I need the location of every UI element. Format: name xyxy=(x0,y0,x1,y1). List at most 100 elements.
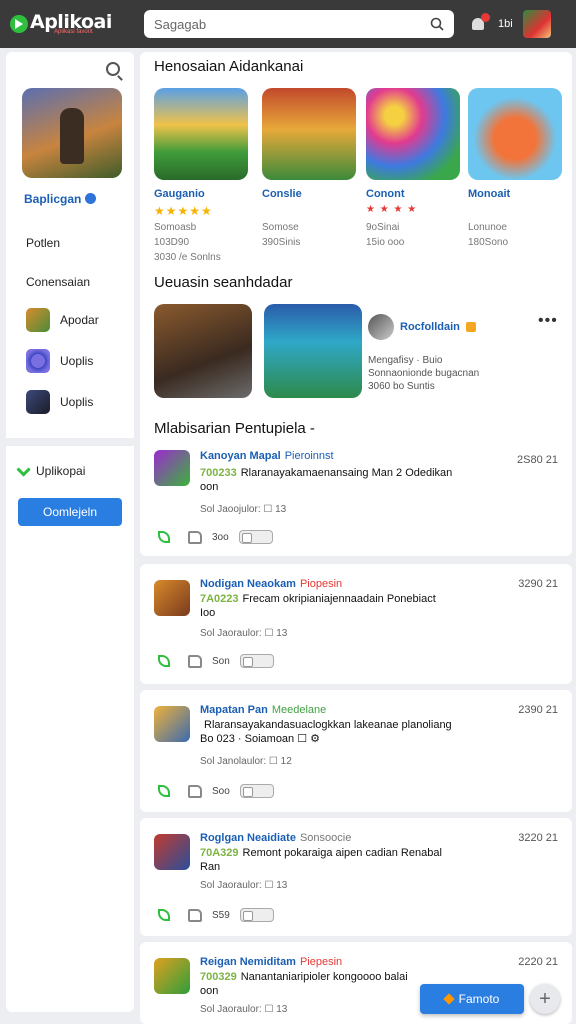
thumbs-up-icon[interactable] xyxy=(188,784,202,798)
sidebar-item-label: Uoplis xyxy=(60,354,94,368)
review-tag: Piepesin xyxy=(299,956,343,968)
toggle-switch[interactable] xyxy=(239,908,274,922)
user-avatar[interactable] xyxy=(522,10,551,38)
review-body-line2: Ran xyxy=(200,861,221,873)
featured-meta: Somose xyxy=(262,222,299,233)
thumbs-up-icon[interactable] xyxy=(188,654,202,668)
review-stars: 7A0223 xyxy=(200,593,239,605)
toggle-switch[interactable] xyxy=(239,784,274,798)
featured-meta: 180Sono xyxy=(468,237,509,248)
rec-desc-line: Sonnaonionde bugacnan xyxy=(368,368,480,379)
sidebar-app-title[interactable]: Baplicgan xyxy=(24,192,97,206)
review-app-icon[interactable] xyxy=(154,834,190,870)
developer-link[interactable]: Rocfolldain xyxy=(368,314,476,340)
featured-card[interactable]: Monoait Lonunoe 180Sono xyxy=(468,88,562,248)
featured-meta: 15io ooo xyxy=(366,237,405,248)
rating-stars: ★ ★ ★ ★ xyxy=(366,204,418,215)
review-date: 3290 21 xyxy=(518,578,558,590)
review-date: 3220 21 xyxy=(518,832,558,844)
sidebar-divider xyxy=(6,438,134,446)
review-app-icon[interactable] xyxy=(154,450,190,486)
review-subline: Sol Jaoraulor: ☐ 13 xyxy=(200,628,288,639)
review-app-name[interactable]: Reigan Nemiditam Piepesin xyxy=(200,956,342,968)
review-text: 70A329 Remont pokaraiga aipen cadian Rena… xyxy=(200,846,540,874)
like-count: S59 xyxy=(212,909,230,921)
review-body-line2: oon xyxy=(200,985,219,997)
review-card[interactable]: Roglgan Neaidiate Sonsoocie 3220 21 70A32… xyxy=(140,818,572,936)
game-icon xyxy=(26,308,50,332)
more-options-icon[interactable]: ••• xyxy=(538,312,558,330)
review-app-name-text: Roglgan Neaidiate xyxy=(200,832,296,844)
sidebar-item-1[interactable]: Apodar xyxy=(26,308,99,332)
review-stars: 700233 xyxy=(200,467,237,479)
review-body-line2: oon xyxy=(200,481,219,493)
main-panel: Henosaian Aidankanai Gauganio ★★★★★ Somo… xyxy=(140,52,572,556)
leaf-icon[interactable] xyxy=(158,909,170,921)
sidebar-app-banner[interactable] xyxy=(22,88,122,178)
recommended-thumbnail[interactable] xyxy=(264,304,362,398)
add-button[interactable]: + xyxy=(530,984,560,1014)
sidebar-version-label: Uplikopai xyxy=(36,464,86,478)
toggle-switch[interactable] xyxy=(239,654,274,668)
review-app-icon[interactable] xyxy=(154,580,190,616)
sidebar-link-2[interactable]: Conensaian xyxy=(26,275,90,289)
featured-card[interactable]: Conont ★ ★ ★ ★ 9oSinai 15io ooo xyxy=(366,88,460,248)
review-actions: Soo xyxy=(158,784,274,798)
sidebar-item-label: Apodar xyxy=(60,313,99,327)
search-bar[interactable]: Sagagab xyxy=(144,10,454,38)
thumbs-up-icon[interactable] xyxy=(188,530,202,544)
notification-bell-icon[interactable] xyxy=(470,13,490,33)
developer-name: Rocfolldain xyxy=(400,321,460,333)
app-logo[interactable]: Aplikoai Aplikasi favorit xyxy=(10,13,140,35)
leaf-icon[interactable] xyxy=(158,785,170,797)
review-tag: Sonsoocie xyxy=(299,832,352,844)
review-subline: Sol Jaoraulor: ☐ 13 xyxy=(200,880,288,891)
review-date: 2S80 21 xyxy=(517,454,558,466)
featured-thumbnail xyxy=(262,88,356,180)
featured-meta: 3030 /e Sonlns xyxy=(154,252,221,263)
sidebar-search-icon[interactable] xyxy=(106,62,120,76)
logo-play-icon xyxy=(10,15,28,33)
search-icon[interactable] xyxy=(430,17,444,31)
featured-name: Monoait xyxy=(468,188,511,200)
review-app-icon[interactable] xyxy=(154,706,190,742)
recommended-thumbnail[interactable] xyxy=(154,304,252,398)
notification-dot xyxy=(481,13,490,22)
review-app-icon[interactable] xyxy=(154,958,190,994)
review-tag: Meedelane xyxy=(271,704,327,716)
sidebar-version[interactable]: Uplikopai xyxy=(16,462,86,478)
leaf-icon[interactable] xyxy=(158,655,170,667)
review-body: Rlaransayakandasuaclogkkan lakeanae plan… xyxy=(204,719,452,731)
sidebar-item-3[interactable]: Uoplis xyxy=(26,390,93,414)
review-tag: Piopesin xyxy=(299,578,343,590)
review-body-line2: Ioo xyxy=(200,607,216,619)
thumbs-up-icon[interactable] xyxy=(188,908,202,922)
review-app-name[interactable]: Mapatan Pan Meedelane xyxy=(200,704,326,716)
review-app-name[interactable]: Roglgan Neaidiate Sonsoocie xyxy=(200,832,351,844)
top-bar: Aplikoai Aplikasi favorit Sagagab 1bi xyxy=(0,0,576,48)
fab-label: Famoto xyxy=(458,992,500,1006)
sidebar-primary-button[interactable]: Oomlejeln xyxy=(18,498,122,526)
review-app-name[interactable]: Kanoyan Mapal Pieroinnst xyxy=(200,450,334,462)
toggle-switch[interactable] xyxy=(238,530,273,544)
featured-thumbnail xyxy=(366,88,460,180)
leaf-icon[interactable] xyxy=(158,531,170,543)
featured-card[interactable]: Conslie Somose 390Sinis xyxy=(262,88,356,248)
like-count: 3oo xyxy=(212,531,229,543)
review-card[interactable]: Nodigan Neaokam Piopesin 3290 21 7A0223 Fr… xyxy=(140,564,572,684)
sidebar-app-title-text: Baplicgan xyxy=(24,192,82,206)
review-actions: S59 xyxy=(158,908,274,922)
review-text: Rlaransayakandasuaclogkkan lakeanae plan… xyxy=(200,718,540,746)
review-subline: Sol Jaoraulor: ☐ 13 xyxy=(200,1004,288,1015)
review-app-name-text: Kanoyan Mapal xyxy=(200,450,281,462)
review-text: 7A0223 Frecam okripianiajennaadain Ponebi… xyxy=(200,592,540,620)
sidebar-item-2[interactable]: Uoplis xyxy=(26,349,93,373)
floating-action-button[interactable]: Famoto xyxy=(420,984,524,1014)
search-input[interactable]: Sagagab xyxy=(154,17,430,32)
sidebar-link-1[interactable]: Potlen xyxy=(26,236,60,250)
review-app-name[interactable]: Nodigan Neaokam Piopesin xyxy=(200,578,342,590)
rating-stars: ★★★★★ xyxy=(154,204,213,218)
featured-card[interactable]: Gauganio ★★★★★ Somoasb 103D90 3030 /e So… xyxy=(154,88,248,263)
review-card[interactable]: Mapatan Pan Meedelane 2390 21 Rlaransayak… xyxy=(140,690,572,812)
review-actions: 3oo xyxy=(158,530,273,544)
